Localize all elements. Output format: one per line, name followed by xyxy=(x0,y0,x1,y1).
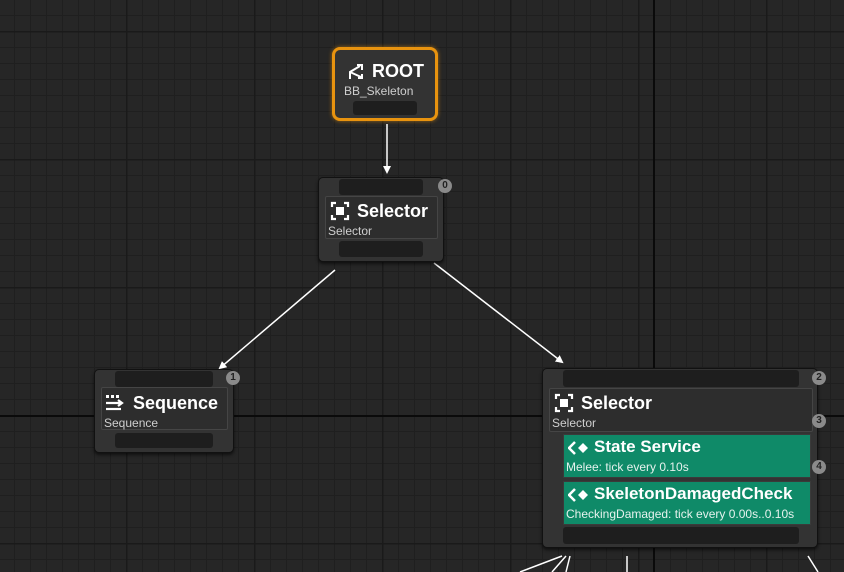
selector-right-input-pin[interactable] xyxy=(563,370,799,387)
selector-top-input-pin[interactable] xyxy=(339,179,423,195)
sequence-output-pin[interactable] xyxy=(115,433,213,448)
service-title: SkeletonDamagedCheck xyxy=(594,484,793,503)
selector-top-output-pin[interactable] xyxy=(339,241,423,257)
wire-out-5 xyxy=(807,555,819,572)
sequence-input-pin[interactable] xyxy=(115,371,213,387)
selector-icon xyxy=(554,393,574,413)
wire-selector-sequence xyxy=(218,269,336,370)
service-icon xyxy=(568,488,588,502)
selector-top-title: Selector xyxy=(357,201,429,221)
selector-right-output-pin[interactable] xyxy=(563,527,799,544)
root-node[interactable]: ROOT BB_Skeleton xyxy=(332,47,438,121)
selector-right-title: Selector xyxy=(581,393,653,413)
selector-right-subtitle: Selector xyxy=(552,416,597,430)
wire-out-3 xyxy=(565,555,571,572)
selector-right-node[interactable]: Selector Selector State Service Melee: t… xyxy=(542,368,818,548)
root-branch-icon xyxy=(349,64,363,79)
service-state-index-badge: 3 xyxy=(812,414,826,428)
selector-icon xyxy=(330,201,350,221)
sequence-node[interactable]: Sequence Sequence xyxy=(94,369,234,453)
sequence-title: Sequence xyxy=(133,393,219,413)
root-subtitle: BB_Skeleton xyxy=(344,84,414,98)
sequence-subtitle: Sequence xyxy=(104,416,159,430)
selector-right-index-badge: 2 xyxy=(812,371,826,385)
selector-top-subtitle: Selector xyxy=(328,224,373,238)
service-detail: CheckingDamaged: tick every 0.00s..0.10s xyxy=(566,507,795,521)
root-title: ROOT xyxy=(372,61,424,81)
wire-selector-selector xyxy=(433,262,564,364)
sequence-index-badge: 1 xyxy=(226,371,240,385)
root-output-pin[interactable] xyxy=(353,101,417,115)
service-icon xyxy=(568,441,588,455)
service-damaged-index-badge: 4 xyxy=(812,460,826,474)
selector-top-node[interactable]: Selector Selector xyxy=(318,177,444,262)
service-detail: Melee: tick every 0.10s xyxy=(566,460,689,474)
sequence-icon xyxy=(106,395,124,411)
service-state-service[interactable]: State Service Melee: tick every 0.10s xyxy=(563,434,811,478)
selector-top-index-badge: 0 xyxy=(438,179,452,193)
service-skeleton-damaged-check[interactable]: SkeletonDamagedCheck CheckingDamaged: ti… xyxy=(563,481,811,525)
service-title: State Service xyxy=(594,437,701,456)
wire-out-1 xyxy=(519,555,563,572)
